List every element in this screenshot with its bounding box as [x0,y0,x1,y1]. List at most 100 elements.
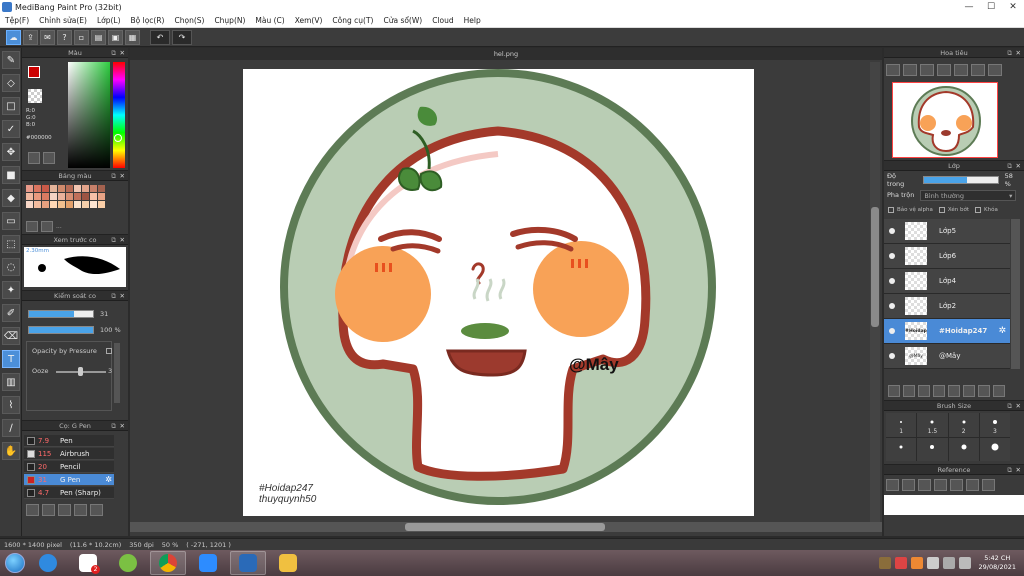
detach-icon[interactable]: ⧉ [111,421,116,431]
lasso-select-icon[interactable]: ◌ [2,258,20,276]
menu-edit[interactable]: Chỉnh sửa(E) [34,16,92,25]
menu-snap[interactable]: Chụp(N) [209,16,250,25]
palette-swatch[interactable] [66,185,73,192]
palette-swatch[interactable] [34,193,41,200]
zoom-task-button[interactable] [190,551,226,575]
palette-swatch[interactable] [82,193,89,200]
palette-swatch[interactable] [74,185,81,192]
palette-swatch[interactable] [34,185,41,192]
delete-layer-icon[interactable] [978,385,990,397]
palette-swatch[interactable] [82,185,89,192]
layer-folder-icon[interactable] [948,385,960,397]
ie-task-button[interactable] [30,551,66,575]
close-panel-icon[interactable]: ✕ [120,291,125,301]
detach-icon[interactable]: ⧉ [1007,48,1012,58]
detach-icon[interactable]: ⧉ [111,48,116,58]
brush-tool-icon[interactable]: ✎ [2,51,20,69]
palette-swatch[interactable] [26,193,33,200]
tray-heart-icon[interactable] [894,557,907,569]
ref-upload-icon[interactable] [886,479,899,491]
explorer-task-button[interactable] [270,551,306,575]
cloud-icon[interactable]: ☁ [6,29,21,45]
help-icon[interactable]: ? [57,29,72,45]
reference-area[interactable] [884,495,1024,515]
frame-icon[interactable]: ▥ [2,373,20,391]
medibang-task-button[interactable] [230,551,266,575]
rotate-reset-icon[interactable] [971,64,985,76]
menu-tools[interactable]: Công cụ(T) [327,16,378,25]
foreground-color-swatch[interactable] [28,66,40,78]
open-file-icon[interactable]: ▤ [91,29,106,45]
palette-swatch[interactable] [58,185,65,192]
palette-swatch[interactable] [26,201,33,208]
add-brush-icon[interactable] [26,504,39,516]
palette-swatch[interactable] [58,193,65,200]
palette-swatch[interactable] [74,193,81,200]
visibility-eye-icon[interactable] [889,253,895,259]
bucket-icon[interactable]: ◆ [2,189,20,207]
opacity-slider[interactable] [28,326,94,334]
chrome-task-button[interactable] [150,551,186,575]
visibility-eye-icon[interactable] [889,303,895,309]
brush-item[interactable]: 4.7 Pen (Sharp) [24,487,114,499]
ref-open-icon[interactable] [902,479,915,491]
palette-swatch[interactable] [98,185,105,192]
move-tool-icon[interactable]: ✥ [2,143,20,161]
visibility-eye-icon[interactable] [889,353,895,359]
close-panel-icon[interactable]: ✕ [120,48,125,58]
protect-alpha-checkbox[interactable]: Bảo vệ alpha [888,205,933,215]
maximize-button[interactable]: ☐ [980,0,1002,14]
detach-icon[interactable]: ⧉ [1007,161,1012,171]
flip-icon[interactable] [988,64,1002,76]
palette-swatch[interactable] [90,185,97,192]
eraser-tool-icon[interactable]: ◇ [2,74,20,92]
magic-wand-icon[interactable]: ✦ [2,281,20,299]
new-8bit-layer-icon[interactable] [918,385,930,397]
marquee-icon[interactable]: ⬚ [2,235,20,253]
zoom-in-alt-icon[interactable] [903,64,917,76]
close-panel-icon[interactable]: ✕ [120,171,125,181]
visibility-eye-icon[interactable] [889,328,895,334]
layer-row[interactable]: #Hoidap #Hoidap247 ✲ [884,319,1010,344]
rotate-icon[interactable] [954,64,968,76]
brush-size-cell[interactable] [948,437,979,461]
palette-swatch[interactable] [66,201,73,208]
palette-swatch[interactable] [74,201,81,208]
horizontal-scrollbar[interactable] [130,522,882,532]
menu-window[interactable]: Cửa sổ(W) [378,16,427,25]
brush-size-cell[interactable] [979,437,1010,461]
brush-copy-icon[interactable] [74,504,87,516]
tray-flag-icon[interactable] [926,557,939,569]
add-palette-icon[interactable] [26,221,38,232]
brush-size-cell[interactable]: 2 [948,413,979,437]
menu-help[interactable]: Help [459,16,486,25]
saturation-value-picker[interactable] [68,62,110,168]
brush-item[interactable]: 20 Pencil [24,461,114,473]
clipping-checkbox[interactable]: Xén bớt [938,205,969,215]
tray-network-icon[interactable] [942,557,955,569]
shape-fill-icon[interactable]: ■ [2,166,20,184]
close-panel-icon[interactable]: ✕ [1016,401,1021,411]
brush-folder-icon[interactable] [90,504,103,516]
gradient-icon[interactable]: ▭ [2,212,20,230]
delete-palette-icon[interactable] [41,221,53,232]
zoom-out-icon[interactable] [937,64,951,76]
brush-item[interactable]: 7.9 Pen [24,435,114,447]
blend-mode-select[interactable]: Bình thường [920,189,1017,201]
menu-select[interactable]: Chọn(S) [169,16,209,25]
brush-size-cell[interactable]: 1.5 [917,413,948,437]
palette-swatch[interactable] [42,201,49,208]
zalo-task-button[interactable]: 2 [70,551,106,575]
hand-icon[interactable]: ✋ [2,442,20,460]
layer-row[interactable]: Lớp4 [884,269,1010,294]
close-panel-icon[interactable]: ✕ [120,421,125,431]
canvas-tab[interactable]: hel.png [130,48,882,60]
text-tool-icon[interactable]: T [2,350,20,368]
grid-icon[interactable]: ▦ [125,29,140,45]
control-scrollbar[interactable] [114,343,120,403]
palette-swatch[interactable] [42,193,49,200]
color-wheel-icon[interactable] [28,152,40,164]
divide-icon[interactable]: ∕ [2,419,20,437]
close-button[interactable]: ✕ [1002,0,1024,14]
palette-swatch[interactable] [98,193,105,200]
